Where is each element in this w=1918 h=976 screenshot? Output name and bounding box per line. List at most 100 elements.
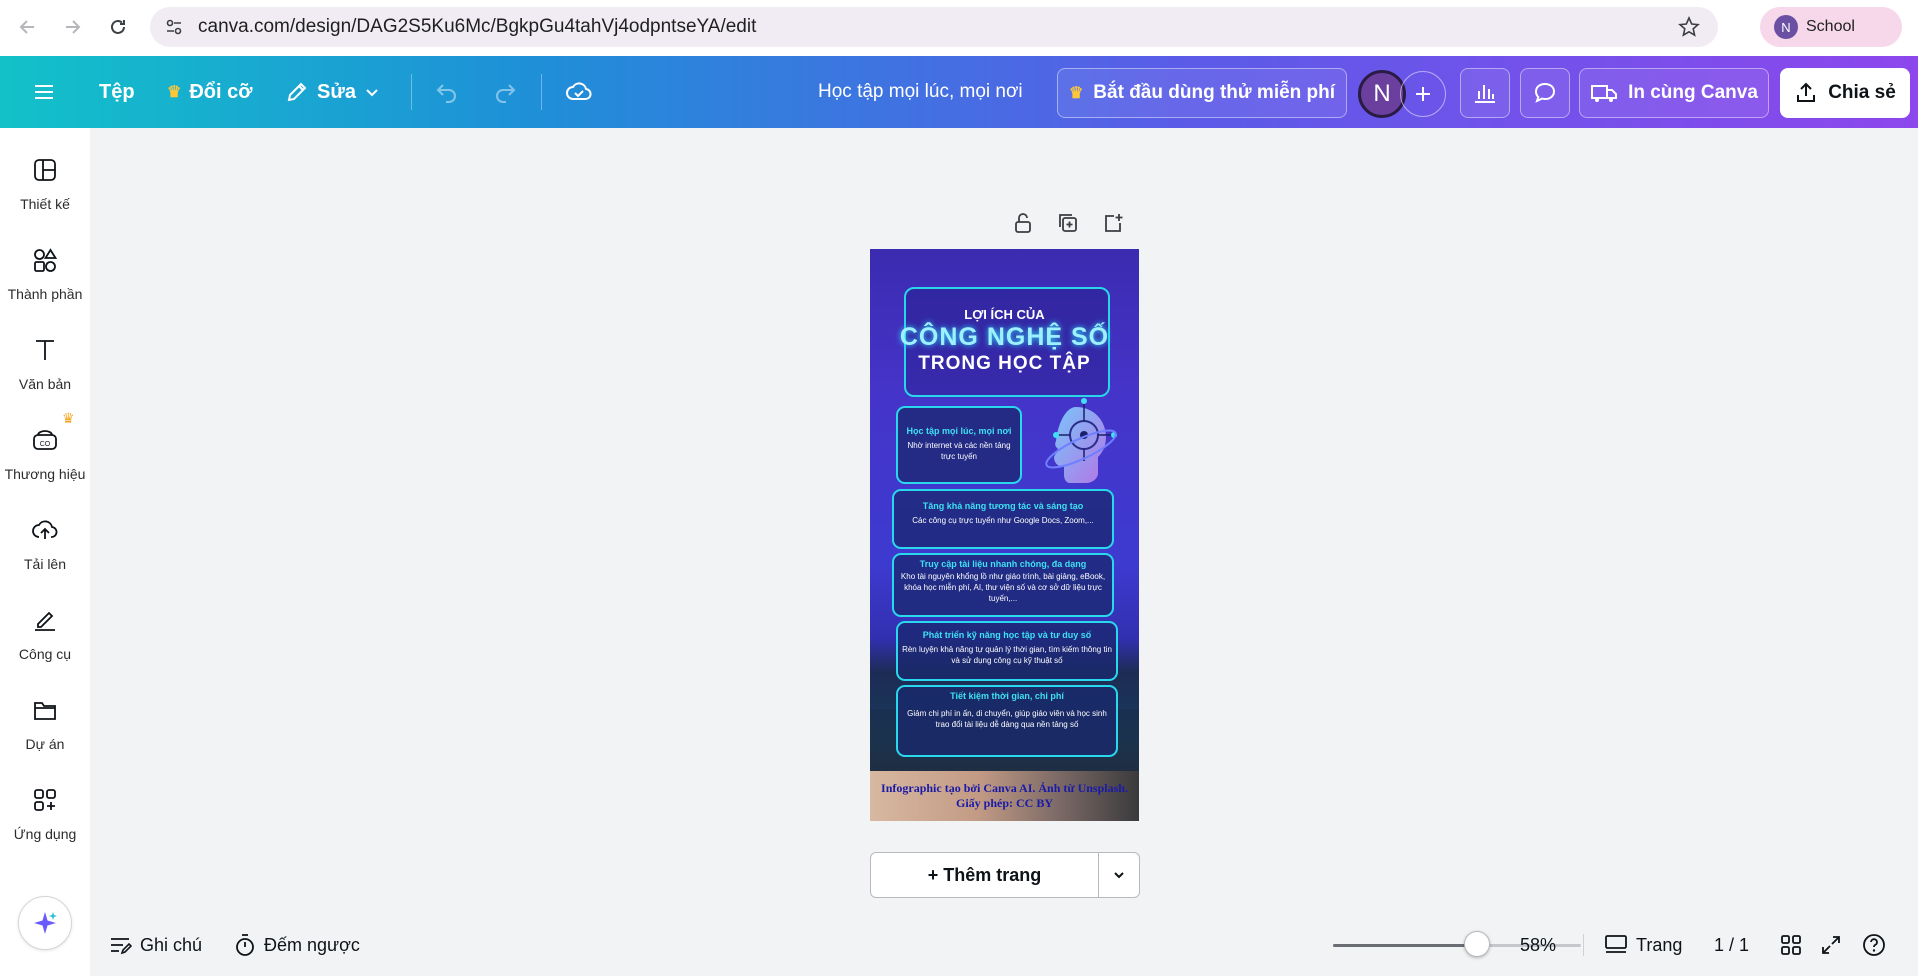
benefit-card[interactable]: Tăng khả năng tương tác và sáng tạo Các … (892, 489, 1114, 549)
add-page-icon-button[interactable] (1100, 210, 1125, 235)
sidebar-item-text[interactable]: Văn bản (0, 330, 90, 410)
site-settings-icon[interactable] (164, 17, 184, 37)
pages-icon (1605, 935, 1627, 953)
benefit-card-body: Giảm chi phí in ấn, di chuyển, giúp giáo… (907, 709, 1107, 729)
edit-menu[interactable]: Sửa (285, 56, 380, 128)
left-sidebar: Thiết kế Thành phần Văn bản ♛ CO Thương … (0, 128, 90, 976)
sidebar-item-tools[interactable]: Công cụ (0, 600, 90, 680)
apps-icon (34, 789, 56, 811)
edit-label: Sửa (317, 80, 356, 103)
add-page-icon (1104, 213, 1122, 232)
hamburger-icon (35, 85, 53, 99)
pencil-icon (287, 82, 307, 102)
undo-button[interactable] (434, 56, 460, 128)
page-actions (1010, 210, 1125, 235)
timer-button[interactable]: Đếm ngược (234, 920, 360, 970)
save-status-button[interactable] (565, 56, 593, 128)
chevron-down-icon (1114, 872, 1124, 879)
zoom-slider-handle[interactable] (1464, 931, 1490, 957)
document-title[interactable]: Học tập mọi lúc, mọi nơi (818, 56, 1023, 128)
zoom-label: 58% (1520, 934, 1557, 955)
file-menu[interactable]: Tệp (99, 56, 135, 128)
notes-button[interactable]: Ghi chú (108, 920, 202, 970)
lock-page-button[interactable] (1010, 210, 1035, 235)
sidebar-item-label: Văn bản (18, 376, 72, 392)
svg-text:CO: CO (40, 441, 51, 448)
address-bar[interactable]: canva.com/design/DAG2S5Ku6Mc/BgkpGu4tahV… (150, 7, 1718, 47)
add-page-control: + Thêm trang (870, 852, 1140, 898)
free-trial-label: Bắt đầu dùng thử miễn phí (1093, 82, 1336, 103)
notes-icon (111, 938, 132, 955)
toolbar-divider (411, 74, 412, 110)
document-title-text: Học tập mọi lúc, mọi nơi (818, 81, 1023, 102)
undo-icon (436, 84, 456, 103)
tools-icon (35, 611, 55, 631)
benefit-card-body: Rèn luyện khả năng tự quản lý thời gian,… (902, 645, 1112, 665)
insights-button[interactable] (1460, 68, 1510, 118)
forward-button[interactable] (50, 5, 94, 49)
zoom-slider-fill (1333, 944, 1477, 947)
benefit-card[interactable]: Truy cập tài liệu nhanh chóng, đa dạng K… (892, 553, 1114, 617)
share-label: Chia sẻ (1828, 82, 1896, 103)
add-page-button[interactable]: + Thêm trang (871, 853, 1099, 897)
expand-icon (1822, 936, 1840, 954)
design-title-line1: LỢI ÍCH CỦA (964, 307, 1045, 322)
benefit-card[interactable]: Phát triển kỹ năng học tập và tư duy số … (896, 621, 1118, 681)
duplicate-page-button[interactable] (1055, 210, 1080, 235)
folder-icon (34, 702, 56, 720)
grid-view-button[interactable] (1780, 920, 1802, 970)
redo-button[interactable] (492, 56, 518, 128)
image-credit-text: Infographic tạo bởi Canva AI. Ảnh từ Uns… (881, 781, 1128, 810)
sidebar-item-label: Thiết kế (20, 196, 70, 212)
profile-avatar: N (1774, 15, 1798, 39)
help-button[interactable] (1862, 920, 1886, 970)
free-trial-button[interactable]: ♛ Bắt đầu dùng thử miễn phí (1057, 68, 1347, 118)
print-button[interactable]: In cùng Canva (1579, 68, 1769, 118)
crown-icon: ♛ (167, 84, 182, 101)
crown-icon: ♛ (1068, 85, 1084, 102)
page-counter-text: 1 / 1 (1714, 934, 1750, 955)
url-text[interactable]: canva.com/design/DAG2S5Ku6Mc/BgkpGu4tahV… (198, 16, 756, 38)
bookmark-star-icon[interactable] (1678, 16, 1700, 43)
sidebar-item-label: Tải lên (23, 556, 67, 572)
share-upload-icon (1797, 82, 1816, 102)
back-button[interactable] (6, 5, 50, 49)
sidebar-item-label: Ứng dụng (13, 826, 77, 842)
benefit-card[interactable]: Học tập mọi lúc, mọi nơi Nhờ internet và… (896, 406, 1022, 484)
benefit-card-title: Truy cập tài liệu nhanh chóng, đa dạng (919, 559, 1087, 569)
user-avatar[interactable]: N (1358, 70, 1406, 118)
benefit-card-body: Các công cụ trực tuyến như Google Docs, … (912, 516, 1094, 525)
benefit-card[interactable]: Tiết kiệm thời gian, chi phí Giảm chi ph… (896, 685, 1118, 757)
sidebar-item-upload[interactable]: Tải lên (0, 510, 90, 590)
cloud-check-icon (566, 82, 592, 100)
brand-icon: CO (33, 430, 57, 450)
upload-icon (32, 520, 58, 539)
comments-button[interactable] (1520, 68, 1570, 118)
reload-button[interactable] (96, 5, 140, 49)
invite-button[interactable] (1400, 71, 1446, 117)
design-icon (34, 159, 56, 181)
sidebar-item-apps[interactable]: Ứng dụng (0, 780, 90, 860)
help-icon (1863, 934, 1885, 956)
sidebar-item-label: Thành phần (7, 286, 83, 302)
sidebar-item-projects[interactable]: Dự án (0, 690, 90, 770)
magic-assistant-button[interactable] (18, 896, 72, 950)
benefit-card-title: Tiết kiệm thời gian, chi phí (950, 691, 1064, 701)
grid-icon (1781, 935, 1801, 955)
zoom-value[interactable]: 58% (1520, 920, 1556, 970)
add-page-dropdown[interactable] (1099, 853, 1139, 897)
sidebar-item-elements[interactable]: Thành phần (0, 240, 90, 320)
sidebar-item-design[interactable]: Thiết kế (0, 150, 90, 230)
sidebar-item-brand[interactable]: ♛ CO Thương hiệu (0, 410, 90, 500)
bottom-divider (1583, 934, 1584, 956)
menu-button[interactable] (32, 56, 56, 128)
bar-chart-icon (1475, 85, 1495, 103)
profile-chip[interactable]: N School (1760, 7, 1902, 47)
share-button[interactable]: Chia sẻ (1780, 68, 1910, 118)
fullscreen-button[interactable] (1820, 920, 1842, 970)
resize-button[interactable]: ♛ Đổi cỡ (167, 56, 252, 128)
unlock-icon (1014, 212, 1031, 233)
design-page[interactable]: LỢI ÍCH CỦA CÔNG NGHỆ SỐ TRONG HỌC TẬP H… (870, 249, 1139, 821)
pages-button[interactable]: Trang (1604, 920, 1682, 970)
sparkle-icon (34, 912, 57, 934)
